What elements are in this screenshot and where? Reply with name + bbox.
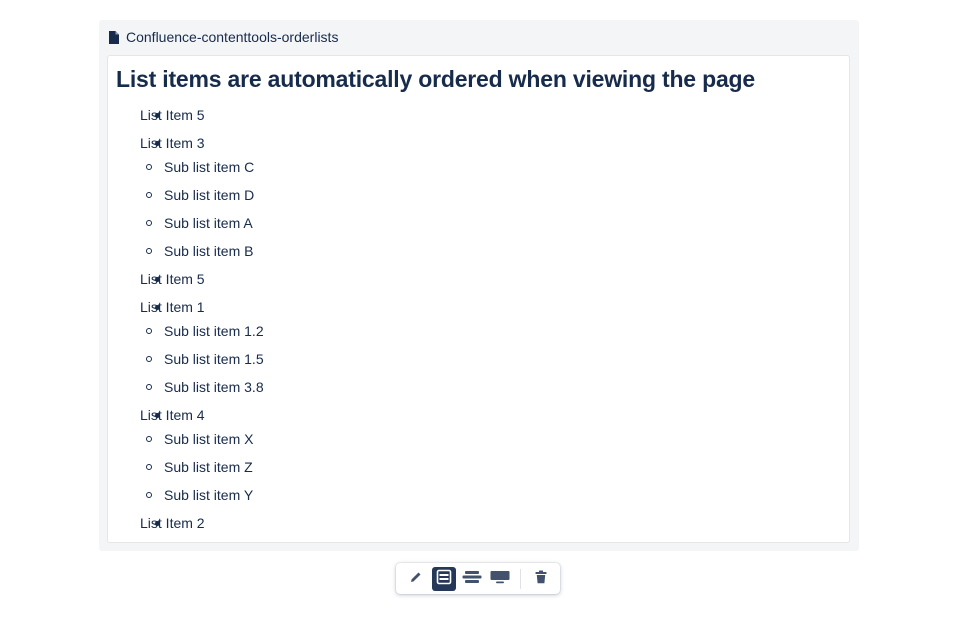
sub-list-item: Sub list item B (140, 241, 264, 269)
list-item: List Item 2 (108, 513, 264, 541)
sub-list-item-label: Sub list item 1.5 (164, 351, 264, 367)
sub-list-item-label: Sub list item Z (164, 459, 253, 475)
bullet-disc-icon (155, 277, 160, 282)
list-item-row: List Item 5 (140, 269, 264, 297)
sub-list-item: Sub list item 1.2 (140, 321, 264, 349)
bullet-disc-icon (155, 141, 160, 146)
toolbar-divider (520, 569, 521, 589)
ordered-list: List Item 5 List Item 3 Sub list item C Sub… (108, 105, 264, 541)
bullet-circle-icon (146, 220, 152, 226)
list-item: List Item 4 Sub list item X Sub list item … (108, 405, 264, 513)
list-item: List Item 5 (108, 269, 264, 297)
sub-list: Sub list item 1.2 Sub list item 1.5 Sub li… (140, 321, 264, 405)
bullet-disc-icon (155, 413, 160, 418)
layout-wide-icon (462, 570, 482, 589)
bullet-disc-icon (155, 521, 160, 526)
macro-title: Confluence-contenttools-orderlists (126, 29, 339, 45)
page-heading: List items are automatically ordered whe… (116, 66, 755, 92)
bullet-circle-icon (146, 192, 152, 198)
list-item-row: List Item 5 (140, 105, 264, 133)
sub-list: Sub list item X Sub list item Z Sub list i… (140, 429, 264, 513)
bullet-list: List Item 5 List Item 3 Sub list item C Sub… (108, 105, 264, 541)
list-item-label: List Item 2 (140, 515, 205, 531)
macro-container[interactable]: Confluence-contenttools-orderlists List … (99, 20, 859, 551)
sub-list-item: Sub list item Z (140, 457, 264, 485)
list-item-label: List Item 1 (140, 299, 205, 315)
sub-list-item: Sub list item Y (140, 485, 264, 513)
list-item: List Item 5 (108, 105, 264, 133)
list-item-label: List Item 5 (140, 271, 205, 287)
list-item-label: List Item 5 (140, 107, 205, 123)
sub-list-item-label: Sub list item 1.2 (164, 323, 264, 339)
sub-list: Sub list item C Sub list item D Sub list i… (140, 157, 264, 269)
bullet-circle-icon (146, 248, 152, 254)
list-item-label: List Item 3 (140, 135, 205, 151)
layout-full-width-button[interactable] (488, 567, 512, 591)
list-item-row: List Item 2 (140, 513, 264, 541)
layout-center-icon (436, 569, 452, 590)
sub-list-item: Sub list item A (140, 213, 264, 241)
sub-list-item: Sub list item X (140, 429, 264, 457)
sub-list-item: Sub list item 1.5 (140, 349, 264, 377)
sub-list-item-label: Sub list item C (164, 159, 255, 175)
bullet-circle-icon (146, 492, 152, 498)
pencil-icon (409, 570, 423, 589)
macro-toolbar (396, 563, 560, 594)
file-icon (109, 30, 119, 44)
bullet-circle-icon (146, 464, 152, 470)
bullet-circle-icon (146, 436, 152, 442)
bullet-circle-icon (146, 356, 152, 362)
macro-header: Confluence-contenttools-orderlists (109, 28, 338, 46)
sub-list-item-label: Sub list item D (164, 187, 255, 203)
list-item-label: List Item 4 (140, 407, 205, 423)
edit-button[interactable] (404, 567, 428, 591)
list-item: List Item 1 Sub list item 1.2 Sub list ite… (108, 297, 264, 405)
sub-list-item: Sub list item D (140, 185, 264, 213)
bullet-disc-icon (155, 113, 160, 118)
sub-list-item-label: Sub list item 3.8 (164, 379, 264, 395)
layout-wide-button[interactable] (460, 567, 484, 591)
bullet-circle-icon (146, 328, 152, 334)
sub-list-item-label: Sub list item A (164, 215, 253, 231)
sub-list-item: Sub list item C (140, 157, 264, 185)
delete-button[interactable] (529, 567, 553, 591)
layout-full-width-icon (490, 570, 510, 589)
bullet-circle-icon (146, 384, 152, 390)
bullet-disc-icon (155, 305, 160, 310)
list-item: List Item 3 Sub list item C Sub list item … (108, 133, 264, 269)
sub-list-item-label: Sub list item B (164, 243, 254, 259)
layout-default-button[interactable] (432, 567, 456, 591)
bullet-circle-icon (146, 164, 152, 170)
macro-content: List items are automatically ordered whe… (107, 55, 850, 543)
sub-list-item-label: Sub list item Y (164, 487, 254, 503)
trash-icon (535, 570, 547, 589)
sub-list-item-label: Sub list item X (164, 431, 254, 447)
sub-list-item: Sub list item 3.8 (140, 377, 264, 405)
